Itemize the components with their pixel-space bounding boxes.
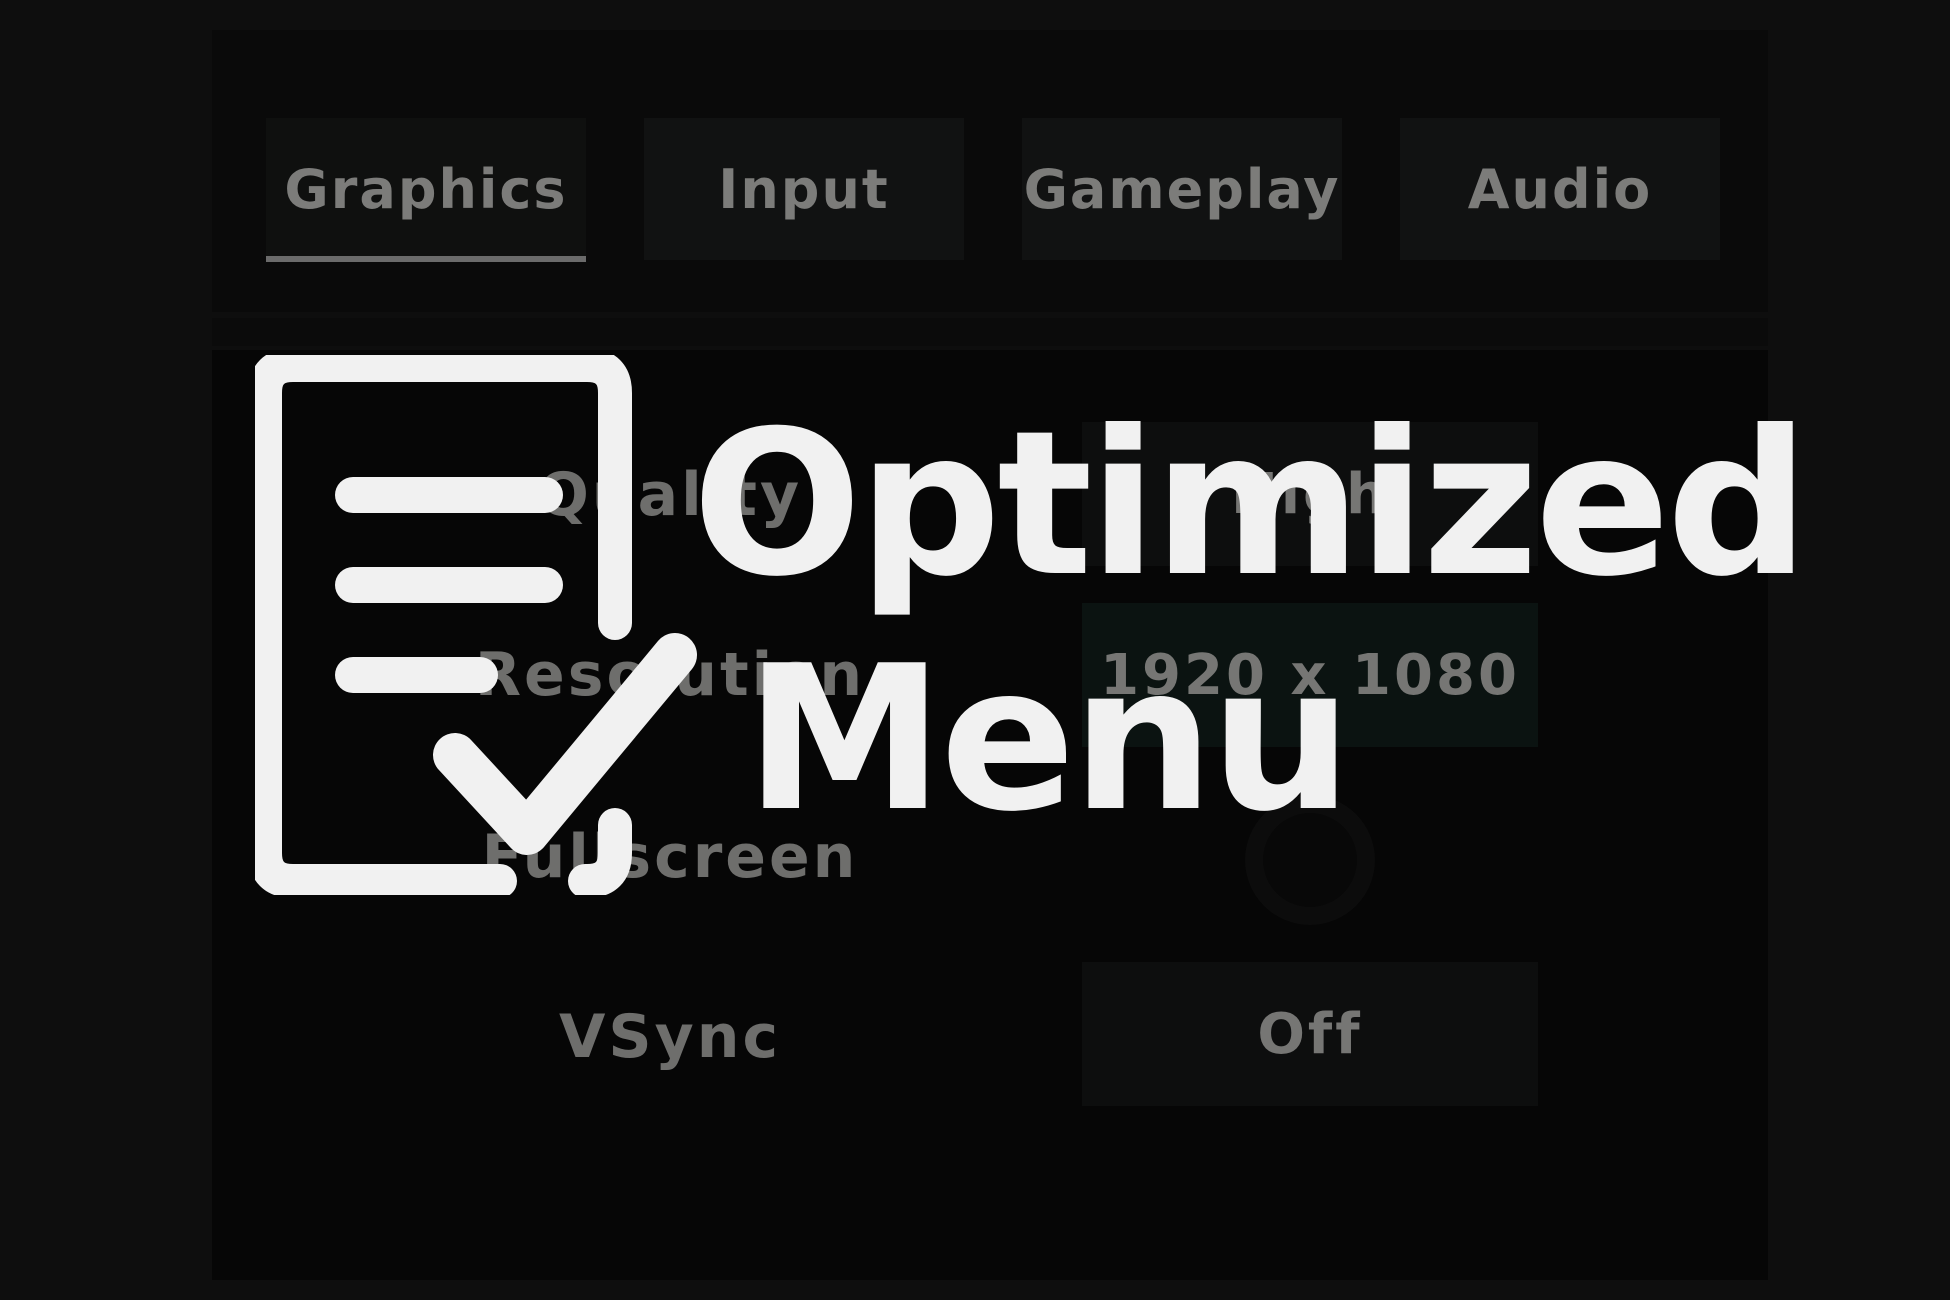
vsync-label: VSync: [558, 1002, 782, 1072]
settings-screen: Graphics Input Gameplay Audio Quality Hi…: [0, 0, 1950, 1300]
tab-label: Input: [718, 157, 890, 221]
overlay-title-line1: Optimized: [692, 388, 1810, 621]
vsync-selector[interactable]: Off: [1082, 962, 1538, 1106]
tab-graphics[interactable]: Graphics: [266, 118, 586, 262]
divider: [212, 318, 1768, 346]
tab-label: Gameplay: [1023, 157, 1341, 221]
active-tab-indicator: [266, 256, 586, 262]
tab-audio[interactable]: Audio: [1400, 118, 1720, 260]
document-check-icon: [255, 355, 697, 895]
overlay-title-line2: Menu: [745, 623, 1352, 856]
tab-gameplay[interactable]: Gameplay: [1022, 118, 1342, 260]
tab-label: Graphics: [284, 157, 568, 221]
tab-input[interactable]: Input: [644, 118, 964, 260]
tab-label: Audio: [1467, 157, 1653, 221]
tab-bar: Graphics Input Gameplay Audio: [212, 30, 1768, 312]
